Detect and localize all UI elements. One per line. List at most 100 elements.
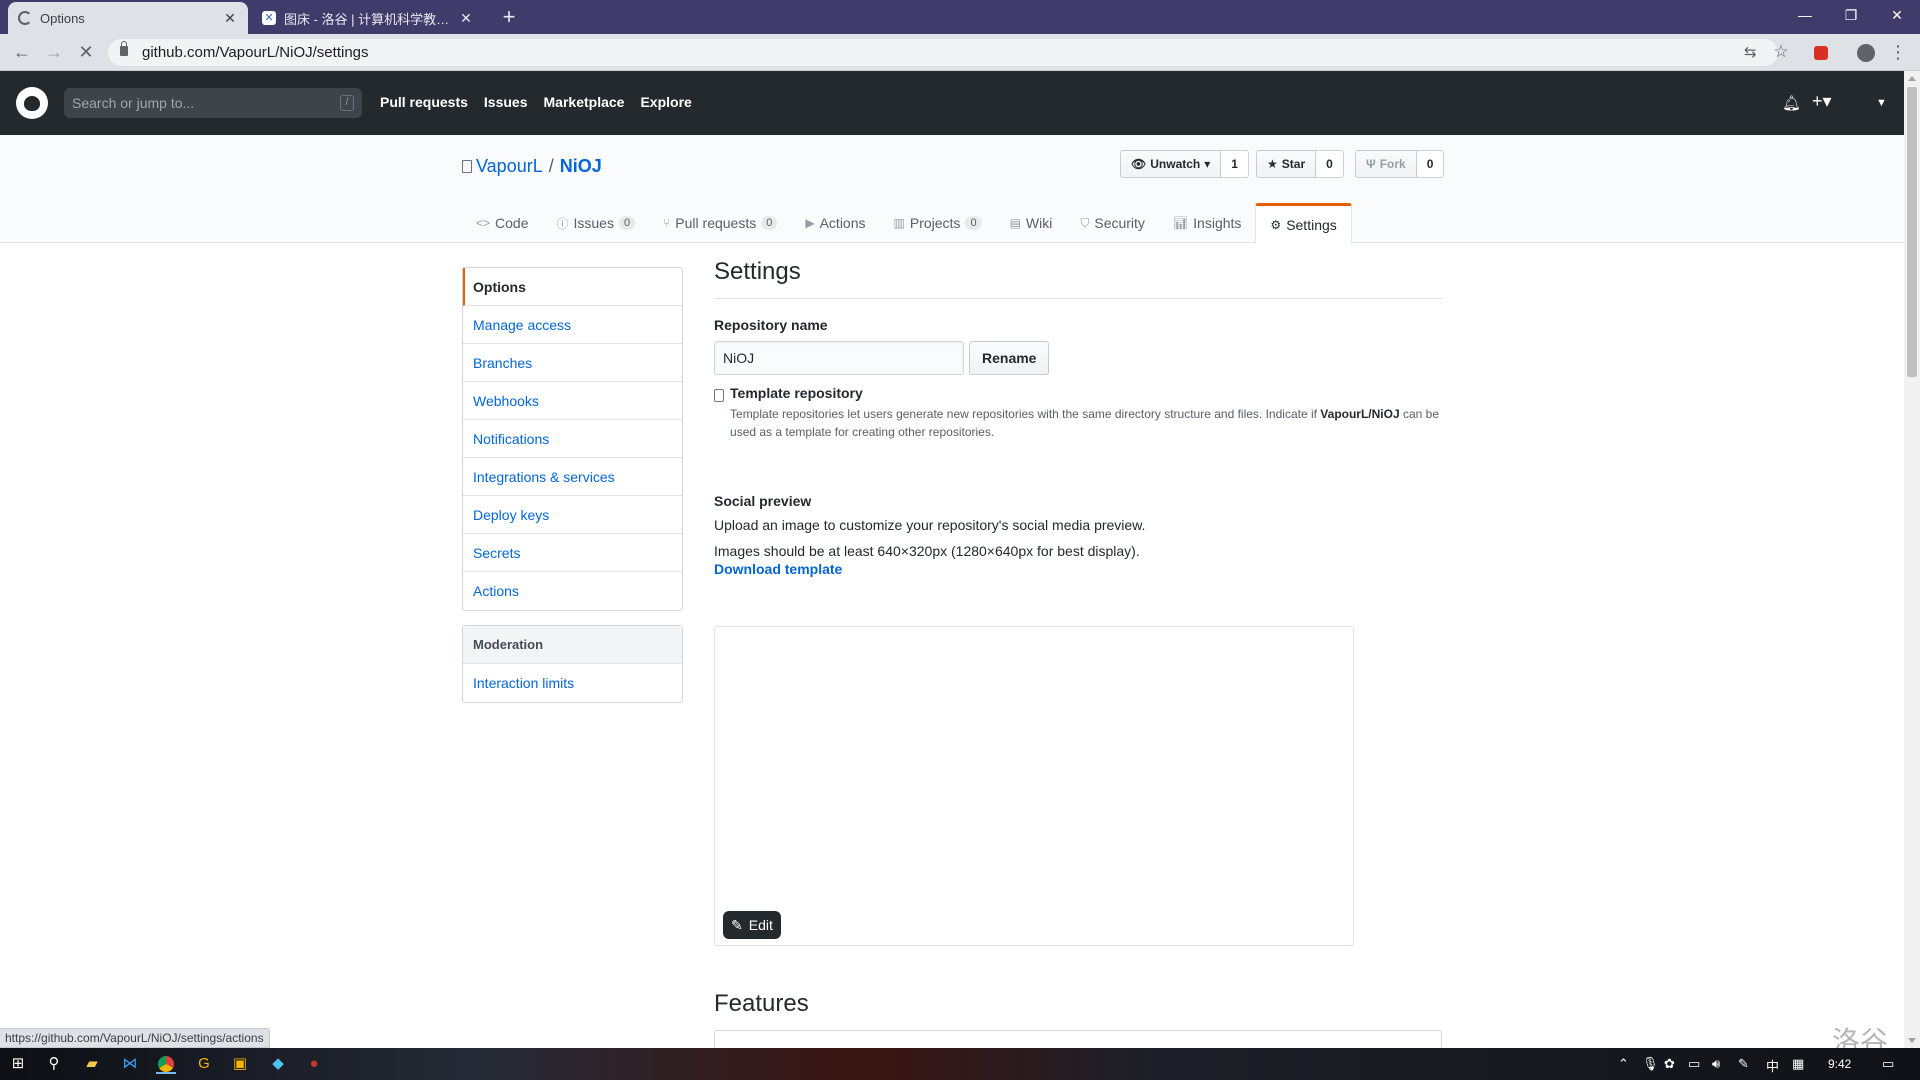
extension-icon[interactable] [1807,38,1835,66]
app-round-icon[interactable]: ● [304,1054,324,1074]
menu-item-secrets[interactable]: Secrets [463,534,682,572]
tab-counter: 0 [761,216,778,230]
microphone-icon[interactable]: 🎙︎ [1642,1056,1659,1072]
tab-label: Security [1094,215,1145,231]
search-input[interactable] [64,88,314,118]
page-title: Settings [714,258,1442,299]
template-note-repo: VapourL/NiOJ [1320,407,1400,421]
clock[interactable]: 9:42 [1828,1057,1851,1071]
social-preview-box[interactable]: ✎ Edit [714,626,1354,946]
repo-name-link[interactable]: NiOJ [560,156,602,177]
scroll-up-arrow-icon[interactable] [1908,76,1916,81]
restore-button[interactable]: ❐ [1828,0,1874,30]
star-button[interactable]: ★ Star [1256,150,1317,178]
tab-code[interactable]: <> Code [462,203,542,243]
forward-button[interactable]: → [40,38,68,66]
repo-owner-link[interactable]: VapourL [476,156,543,177]
stop-loading-button[interactable]: ✕ [72,38,100,66]
download-template-link[interactable]: Download template [714,561,1442,577]
menu-item-integrations[interactable]: Integrations & services [463,458,682,496]
tab-label: Wiki [1025,215,1053,231]
menu-item-manage-access[interactable]: Manage access [463,306,682,344]
ime-indicator[interactable]: 中 [1766,1056,1779,1075]
fork-icon: Ψ [1366,157,1376,171]
scrollbar-thumb[interactable] [1907,87,1917,377]
tab-close-icon[interactable]: ✕ [458,10,474,27]
url-text: github.com/VapourL/NiOJ/settings [142,44,369,61]
tray-app-icon[interactable]: ✿ [1664,1056,1675,1072]
menu-item-branches[interactable]: Branches [463,344,682,382]
tab-issues[interactable]: ⓘ Issues 0 [542,203,649,243]
tab-pull-requests[interactable]: ⑂ Pull requests 0 [649,203,791,243]
graph-icon: 📊︎ [1172,216,1189,230]
browser-tab-inactive[interactable]: ✕ 图床 - 洛谷 | 计算机科学教育新生态 ✕ [252,2,484,34]
menu-item-webhooks[interactable]: Webhooks [463,382,682,420]
search-icon[interactable]: ⚲ [44,1054,64,1074]
new-tab-button[interactable]: + [496,5,522,31]
scroll-down-arrow-icon[interactable] [1908,1038,1916,1043]
menu-item-options[interactable]: Options [463,268,682,306]
pen-icon[interactable]: ✎ [1738,1056,1749,1072]
menu-item-notifications[interactable]: Notifications [463,420,682,458]
nav-issues[interactable]: Issues [484,94,528,110]
menu-item-interaction-limits[interactable]: Interaction limits [463,664,682,702]
tray-chevron-icon[interactable]: ⌃ [1618,1056,1629,1072]
translate-icon[interactable]: ⇆ [1744,43,1757,61]
template-note: Template repositories let users generate… [730,405,1442,441]
bookmark-star-icon[interactable]: ☆ [1767,38,1795,66]
nav-marketplace[interactable]: Marketplace [544,94,625,110]
bell-icon[interactable]: 🔔︎ [1782,94,1801,112]
rename-button[interactable]: Rename [969,341,1050,375]
tab-close-icon[interactable]: ✕ [222,10,238,27]
notification-center-icon[interactable]: ▭ [1882,1056,1894,1072]
tab-insights[interactable]: 📊︎ Insights [1159,203,1255,243]
star-group: ★ Star 0 [1256,150,1344,178]
header-nav: Pull requests Issues Marketplace Explore [380,94,708,110]
volume-icon[interactable]: 🔊︎ [1712,1056,1720,1072]
back-button[interactable]: ← [8,38,36,66]
template-label: Template repository [730,385,863,401]
star-count[interactable]: 0 [1316,150,1344,178]
tab-settings[interactable]: ⚙ Settings [1255,203,1352,244]
file-explorer-icon[interactable]: ▰ [82,1054,102,1074]
profile-avatar-icon[interactable] [1852,38,1880,66]
app-diamond-icon[interactable]: ◆ [268,1054,288,1074]
app-editor-icon[interactable]: ▣ [230,1054,250,1074]
battery-icon[interactable]: ▭ [1688,1056,1700,1072]
vscode-icon[interactable]: ⋈ [120,1054,140,1074]
windows-start-icon[interactable]: ⊞ [8,1054,28,1074]
page-scrollbar[interactable] [1904,71,1920,1048]
repo-header: VapourL / NiOJ 👁︎ Unwatch ▾ 1 ★ Star 0 Ψ For… [0,135,1904,244]
edit-label: Edit [748,917,773,933]
create-new-icon[interactable]: +▾ [1812,91,1832,112]
unwatch-button[interactable]: 👁︎ Unwatch ▾ [1120,150,1222,178]
tab-actions[interactable]: ▶ Actions [791,203,879,243]
fork-count[interactable]: 0 [1416,150,1445,178]
chrome-icon[interactable] [156,1054,176,1074]
browser-menu-icon[interactable]: ⋮ [1884,38,1912,66]
user-menu-caret-icon[interactable]: ▼ [1876,97,1887,109]
tab-security[interactable]: ⛉ Security [1066,203,1159,243]
fork-group: Ψ Fork 0 [1355,150,1445,178]
repo-name-input[interactable] [714,341,964,375]
menu-item-deploy-keys[interactable]: Deploy keys [463,496,682,534]
repo-nav-tabs: <> Code ⓘ Issues 0 ⑂ Pull requests 0 ▶ Actions… [462,203,1352,244]
tab-label: Actions [819,215,866,231]
app-g-icon[interactable]: G [194,1054,214,1074]
github-logo-icon[interactable] [16,87,48,119]
nav-explore[interactable]: Explore [640,94,691,110]
template-checkbox[interactable] [714,389,725,402]
pull-request-icon: ⑂ [663,216,671,230]
edit-button[interactable]: ✎ Edit [723,911,781,939]
tab-wiki[interactable]: ▤ Wiki [996,203,1067,243]
nav-pull-requests[interactable]: Pull requests [380,94,468,110]
tab-projects[interactable]: ▥ Projects 0 [880,203,996,243]
minimize-button[interactable]: — [1782,0,1828,30]
menu-item-actions[interactable]: Actions [463,572,682,610]
fork-button[interactable]: Ψ Fork [1355,150,1417,178]
browser-tab-active[interactable]: Options ✕ [8,2,248,34]
address-bar[interactable]: github.com/VapourL/NiOJ/settings ⇆ [108,39,1778,66]
watch-count[interactable]: 1 [1221,150,1249,178]
close-window-button[interactable]: ✕ [1874,0,1920,30]
ime-mode-icon[interactable]: ▦ [1792,1056,1804,1072]
